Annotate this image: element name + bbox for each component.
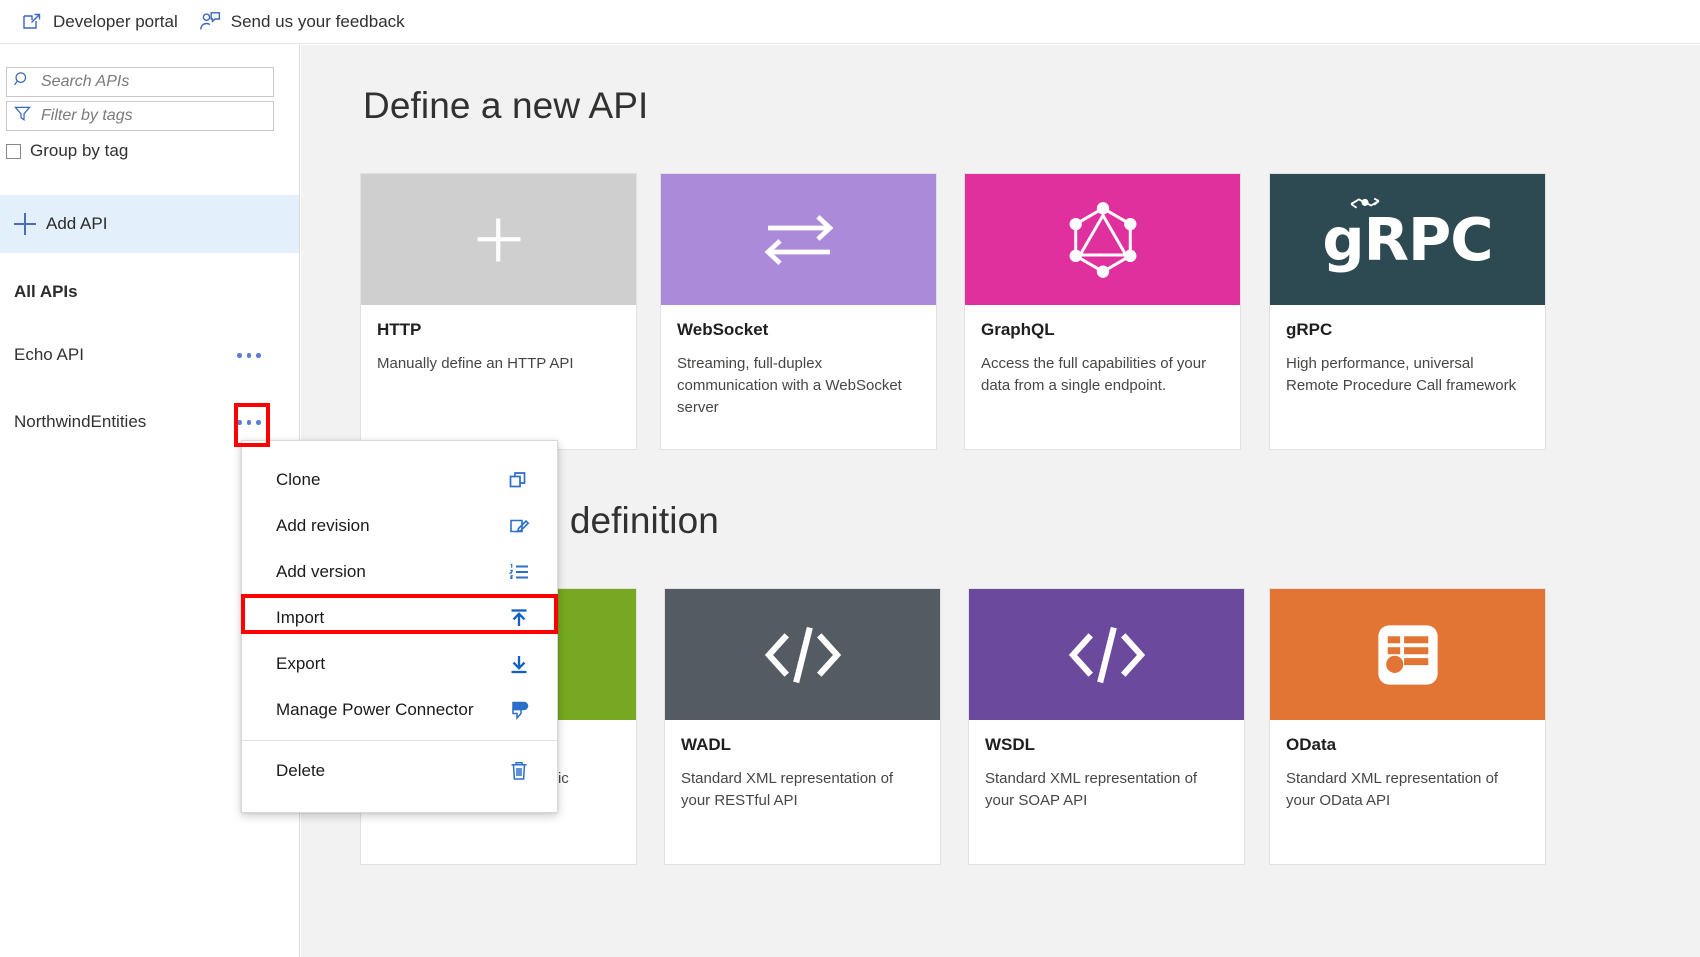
card-wsdl[interactable]: WSDL Standard XML representation of your… [968,588,1245,865]
card-description: Standard XML representation of your SOAP… [985,770,1198,810]
add-api-button[interactable]: Add API [0,195,299,253]
card-odata[interactable]: OData Standard XML representation of you… [1269,588,1546,865]
menu-item-label: Add revision [276,516,370,535]
import-arrow-up-icon [507,606,531,630]
code-brackets-icon [764,626,841,683]
feedback-person-icon [198,10,222,34]
card-title: OData [1286,735,1337,754]
checkbox-box[interactable] [6,143,21,159]
filter-icon [13,104,32,128]
menu-item-label: Import [276,608,325,627]
send-feedback-label: Send us your feedback [230,11,405,31]
card-description: Manually define an HTTP API [377,355,574,372]
developer-portal-label: Developer portal [53,11,178,31]
card-http-banner [361,174,636,305]
card-description: Streaming, full-duplex communication wit… [677,355,902,417]
card-title: WebSocket [677,320,769,339]
power-connector-icon [507,698,531,722]
card-http[interactable]: HTTP Manually define an HTTP API [360,173,637,450]
context-menu-separator [242,740,557,741]
app-root: Developer portal Send us your feedback S… [0,0,1700,957]
graphql-icon [1069,201,1136,278]
developer-portal-button[interactable]: Developer portal [14,0,192,44]
card-grpc-banner: gRPC [1270,174,1545,305]
menu-item-label: Manage Power Connector [276,700,474,719]
define-new-api-title: Define a new API [363,85,649,126]
card-graphql-banner [965,174,1240,305]
search-apis-field[interactable]: Search APIs [6,67,274,97]
group-by-tag-checkbox[interactable]: Group by tag [6,141,128,161]
card-title: HTTP [377,320,422,339]
card-wadl-banner [665,589,940,720]
card-title: gRPC [1286,320,1333,339]
context-menu-item-export[interactable]: Export [242,641,557,687]
sidebar-item-label: NorthwindEntities [14,412,147,431]
filter-by-tags-field[interactable]: Filter by tags [6,101,274,131]
add-api-label: Add API [46,214,108,233]
command-bar: Developer portal Send us your feedback [0,0,1700,44]
plus-icon [14,213,36,235]
export-arrow-down-icon [507,652,531,676]
card-description: Standard XML representation of your ODat… [1286,770,1499,810]
menu-item-label: Export [276,654,326,673]
card-wsdl-banner [969,589,1244,720]
search-icon [13,70,32,94]
all-apis-header: All APIs [14,282,78,301]
external-link-icon [20,10,44,34]
echo-api-more-options-icon[interactable] [237,353,261,358]
grpc-logo-icon [1350,197,1380,209]
card-title: WSDL [985,735,1036,754]
context-menu-item-manage-power-connector[interactable]: Manage Power Connector [242,687,557,733]
card-odata-banner [1270,589,1545,720]
clone-icon [507,468,531,492]
numbered-list-icon [507,560,531,584]
search-apis-placeholder: Search APIs [41,73,130,90]
context-menu-item-delete[interactable]: Delete [242,748,557,794]
card-description: High performance, universal Remote Proce… [1286,355,1517,395]
menu-item-label: Clone [276,470,321,489]
code-brackets-icon [1068,626,1145,683]
group-by-tag-label: Group by tag [30,141,129,160]
card-title: WADL [681,735,732,754]
card-websocket-banner [661,174,936,305]
card-grpc[interactable]: gRPC gRPC High performance, universal Re… [1269,173,1546,450]
card-websocket[interactable]: WebSocket Streaming, full-duplex communi… [660,173,937,450]
card-graphql[interactable]: GraphQL Access the full capabilities of … [964,173,1241,450]
card-description: Access the full capabilities of your dat… [981,355,1207,395]
api-context-menu: Clone Add revision Add version Import Ex… [241,440,558,813]
context-menu-item-import[interactable]: Import [242,595,557,641]
send-feedback-button[interactable]: Send us your feedback [192,0,419,44]
context-menu-item-clone[interactable]: Clone [242,457,557,503]
card-wadl[interactable]: WADL Standard XML representation of your… [664,588,941,865]
plus-icon [477,218,520,261]
sidebar-item-echo-api[interactable]: Echo API [0,338,299,372]
odata-table-icon [1377,624,1438,685]
sidebar-item-label: Echo API [14,345,84,364]
card-title: GraphQL [981,320,1055,339]
menu-item-label: Delete [276,761,326,780]
context-menu-item-add-revision[interactable]: Add revision [242,503,557,549]
edit-box-icon [507,514,531,538]
context-menu-item-add-version[interactable]: Add version [242,549,557,595]
trash-icon [507,759,531,783]
northwindentities-more-options-icon[interactable] [237,420,261,425]
card-description: Standard XML representation of your REST… [681,770,894,810]
filter-by-tags-placeholder: Filter by tags [41,107,133,124]
sidebar-item-northwindentities[interactable]: NorthwindEntities [0,405,299,439]
bidirectional-arrows-icon [764,214,833,265]
menu-item-label: Add version [276,562,366,581]
